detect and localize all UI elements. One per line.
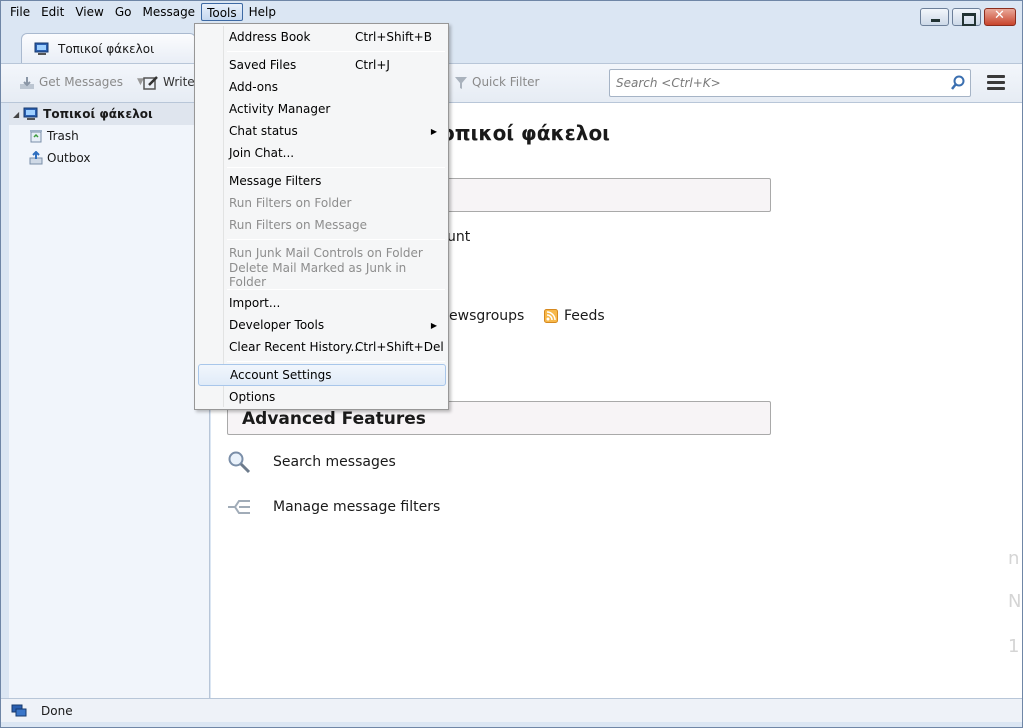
search-messages-link[interactable]: Search messages bbox=[227, 450, 396, 474]
menu-item-saved-files[interactable]: Saved Files Ctrl+J bbox=[198, 54, 446, 76]
folder-pane: ◢ Τοπικοί φάκελοι Trash Outbox bbox=[9, 103, 210, 698]
menu-item-label: Options bbox=[229, 390, 276, 404]
link-text: Manage message filters bbox=[273, 499, 441, 515]
menu-item-options[interactable]: Options bbox=[198, 386, 446, 408]
menu-item-label: Saved Files bbox=[229, 58, 297, 72]
menu-item-clear-history[interactable]: Clear Recent History... Ctrl+Shift+Del bbox=[198, 336, 446, 358]
menu-item-shortcut: Ctrl+Shift+Del bbox=[355, 340, 444, 354]
menu-item-import[interactable]: Import... bbox=[198, 292, 446, 314]
menu-item-label: Account Settings bbox=[230, 368, 332, 382]
close-button[interactable] bbox=[984, 8, 1016, 26]
search-icon[interactable] bbox=[950, 75, 966, 91]
submenu-arrow-icon: ▶ bbox=[430, 126, 437, 136]
menu-item-chat-status[interactable]: Chat status ▶ bbox=[198, 120, 446, 142]
app-menu-icon[interactable] bbox=[987, 75, 1005, 91]
menu-item-address-book[interactable]: Address Book Ctrl+Shift+B bbox=[198, 26, 446, 48]
link-text: ewsgroups bbox=[449, 308, 525, 324]
quick-filter-button[interactable]: Quick Filter bbox=[454, 75, 539, 90]
tab-local-folders[interactable]: Τοπικοί φάκελοι bbox=[21, 33, 196, 63]
menu-item-label: Clear Recent History... bbox=[229, 340, 362, 354]
menu-view[interactable]: View bbox=[70, 3, 108, 21]
link-text: Feeds bbox=[564, 308, 605, 324]
menu-item-label: Join Chat... bbox=[229, 146, 295, 160]
menu-item-label: Import... bbox=[229, 296, 281, 310]
write-button[interactable]: Write bbox=[143, 75, 195, 90]
menu-item-shortcut: Ctrl+Shift+B bbox=[355, 30, 432, 44]
search-box[interactable] bbox=[609, 69, 971, 97]
quick-filter-label: Quick Filter bbox=[472, 75, 540, 90]
menu-item-join-chat[interactable]: Join Chat... bbox=[198, 142, 446, 164]
menu-go[interactable]: Go bbox=[110, 3, 137, 21]
menu-item-account-settings[interactable]: Account Settings bbox=[198, 364, 446, 386]
menu-item-label: Message Filters bbox=[229, 174, 322, 188]
menu-help[interactable]: Help bbox=[244, 3, 281, 21]
minimize-button[interactable] bbox=[920, 8, 949, 26]
menu-tools[interactable]: Tools bbox=[201, 3, 243, 21]
main-toolbar: Get Messages ▼ Write Quick Filter bbox=[1, 63, 1022, 103]
online-status-icon[interactable] bbox=[11, 703, 27, 718]
menu-bar: File Edit View Go Message Tools Help bbox=[5, 2, 282, 22]
write-label: Write bbox=[163, 75, 195, 90]
funnel-icon bbox=[454, 75, 468, 90]
status-text: Done bbox=[41, 703, 73, 718]
get-messages-button[interactable]: Get Messages ▼ bbox=[19, 75, 144, 90]
expand-triangle-icon[interactable]: ◢ bbox=[13, 110, 19, 119]
folder-outbox[interactable]: Outbox bbox=[9, 147, 209, 169]
menu-item-label: Delete Mail Marked as Junk in Folder bbox=[229, 261, 407, 289]
search-input[interactable] bbox=[616, 76, 950, 90]
newsgroups-link[interactable]: ewsgroups bbox=[449, 308, 524, 324]
menu-item-developer-tools[interactable]: Developer Tools ▶ bbox=[198, 314, 446, 336]
download-icon bbox=[19, 75, 35, 90]
menu-item-activity-manager[interactable]: Activity Manager bbox=[198, 98, 446, 120]
link-text: Search messages bbox=[273, 454, 396, 470]
menu-item-run-filters-message: Run Filters on Message bbox=[198, 214, 446, 236]
folder-label: Trash bbox=[47, 129, 79, 143]
menu-item-add-ons[interactable]: Add-ons bbox=[198, 76, 446, 98]
outbox-icon bbox=[29, 151, 43, 166]
clipped-text: N bbox=[1008, 591, 1022, 612]
menu-item-label: Activity Manager bbox=[229, 102, 331, 116]
clipped-text: 1 bbox=[1008, 636, 1020, 657]
menu-item-label: Address Book bbox=[229, 30, 311, 44]
tools-menu: Address Book Ctrl+Shift+B Saved Files Ct… bbox=[194, 23, 449, 410]
menu-item-message-filters[interactable]: Message Filters bbox=[198, 170, 446, 192]
get-messages-label: Get Messages bbox=[39, 75, 124, 90]
window-controls bbox=[920, 8, 1016, 26]
menu-item-label: Developer Tools bbox=[229, 318, 325, 332]
maximize-button[interactable] bbox=[952, 8, 981, 26]
link-text: unt bbox=[447, 229, 471, 245]
menu-item-run-filters-folder: Run Filters on Folder bbox=[198, 192, 446, 214]
tab-strip: Τοπικοί φάκελοι bbox=[1, 25, 1022, 63]
menu-file[interactable]: File bbox=[5, 3, 35, 21]
folder-label: Outbox bbox=[47, 151, 91, 165]
menu-item-label: Add-ons bbox=[229, 80, 278, 94]
create-account-link-partial[interactable]: unt bbox=[447, 229, 470, 245]
computer-icon bbox=[23, 107, 39, 122]
tab-title: Τοπικοί φάκελοι bbox=[58, 41, 155, 56]
menu-message[interactable]: Message bbox=[137, 3, 200, 21]
rss-icon bbox=[544, 308, 558, 324]
trash-icon bbox=[29, 129, 43, 144]
status-bar: Done bbox=[1, 698, 1022, 722]
pencil-icon bbox=[143, 75, 159, 90]
manage-filters-link[interactable]: Manage message filters bbox=[227, 497, 440, 517]
menu-item-label: Run Filters on Folder bbox=[229, 196, 352, 210]
computer-icon bbox=[34, 41, 50, 56]
menu-edit[interactable]: Edit bbox=[36, 3, 69, 21]
submenu-arrow-icon: ▶ bbox=[430, 320, 437, 330]
folder-label: Τοπικοί φάκελοι bbox=[43, 107, 153, 121]
menu-item-shortcut: Ctrl+J bbox=[355, 58, 390, 72]
feeds-link[interactable]: Feeds bbox=[544, 308, 605, 324]
menu-item-label: Run Filters on Message bbox=[229, 218, 367, 232]
thunderbird-window: File Edit View Go Message Tools Help Τοπ… bbox=[0, 0, 1023, 728]
folder-trash[interactable]: Trash bbox=[9, 125, 209, 147]
filter-arrows-icon bbox=[227, 497, 251, 517]
page-title: οπικοί φάκελοι bbox=[441, 121, 610, 145]
menu-item-label: Run Junk Mail Controls on Folder bbox=[229, 246, 423, 260]
menu-item-label: Chat status bbox=[229, 124, 298, 138]
menu-item-delete-junk: Delete Mail Marked as Junk in Folder bbox=[198, 261, 446, 289]
folder-local-folders[interactable]: ◢ Τοπικοί φάκελοι bbox=[9, 103, 209, 125]
clipped-text: n bbox=[1008, 548, 1020, 569]
magnifier-icon bbox=[227, 450, 251, 474]
